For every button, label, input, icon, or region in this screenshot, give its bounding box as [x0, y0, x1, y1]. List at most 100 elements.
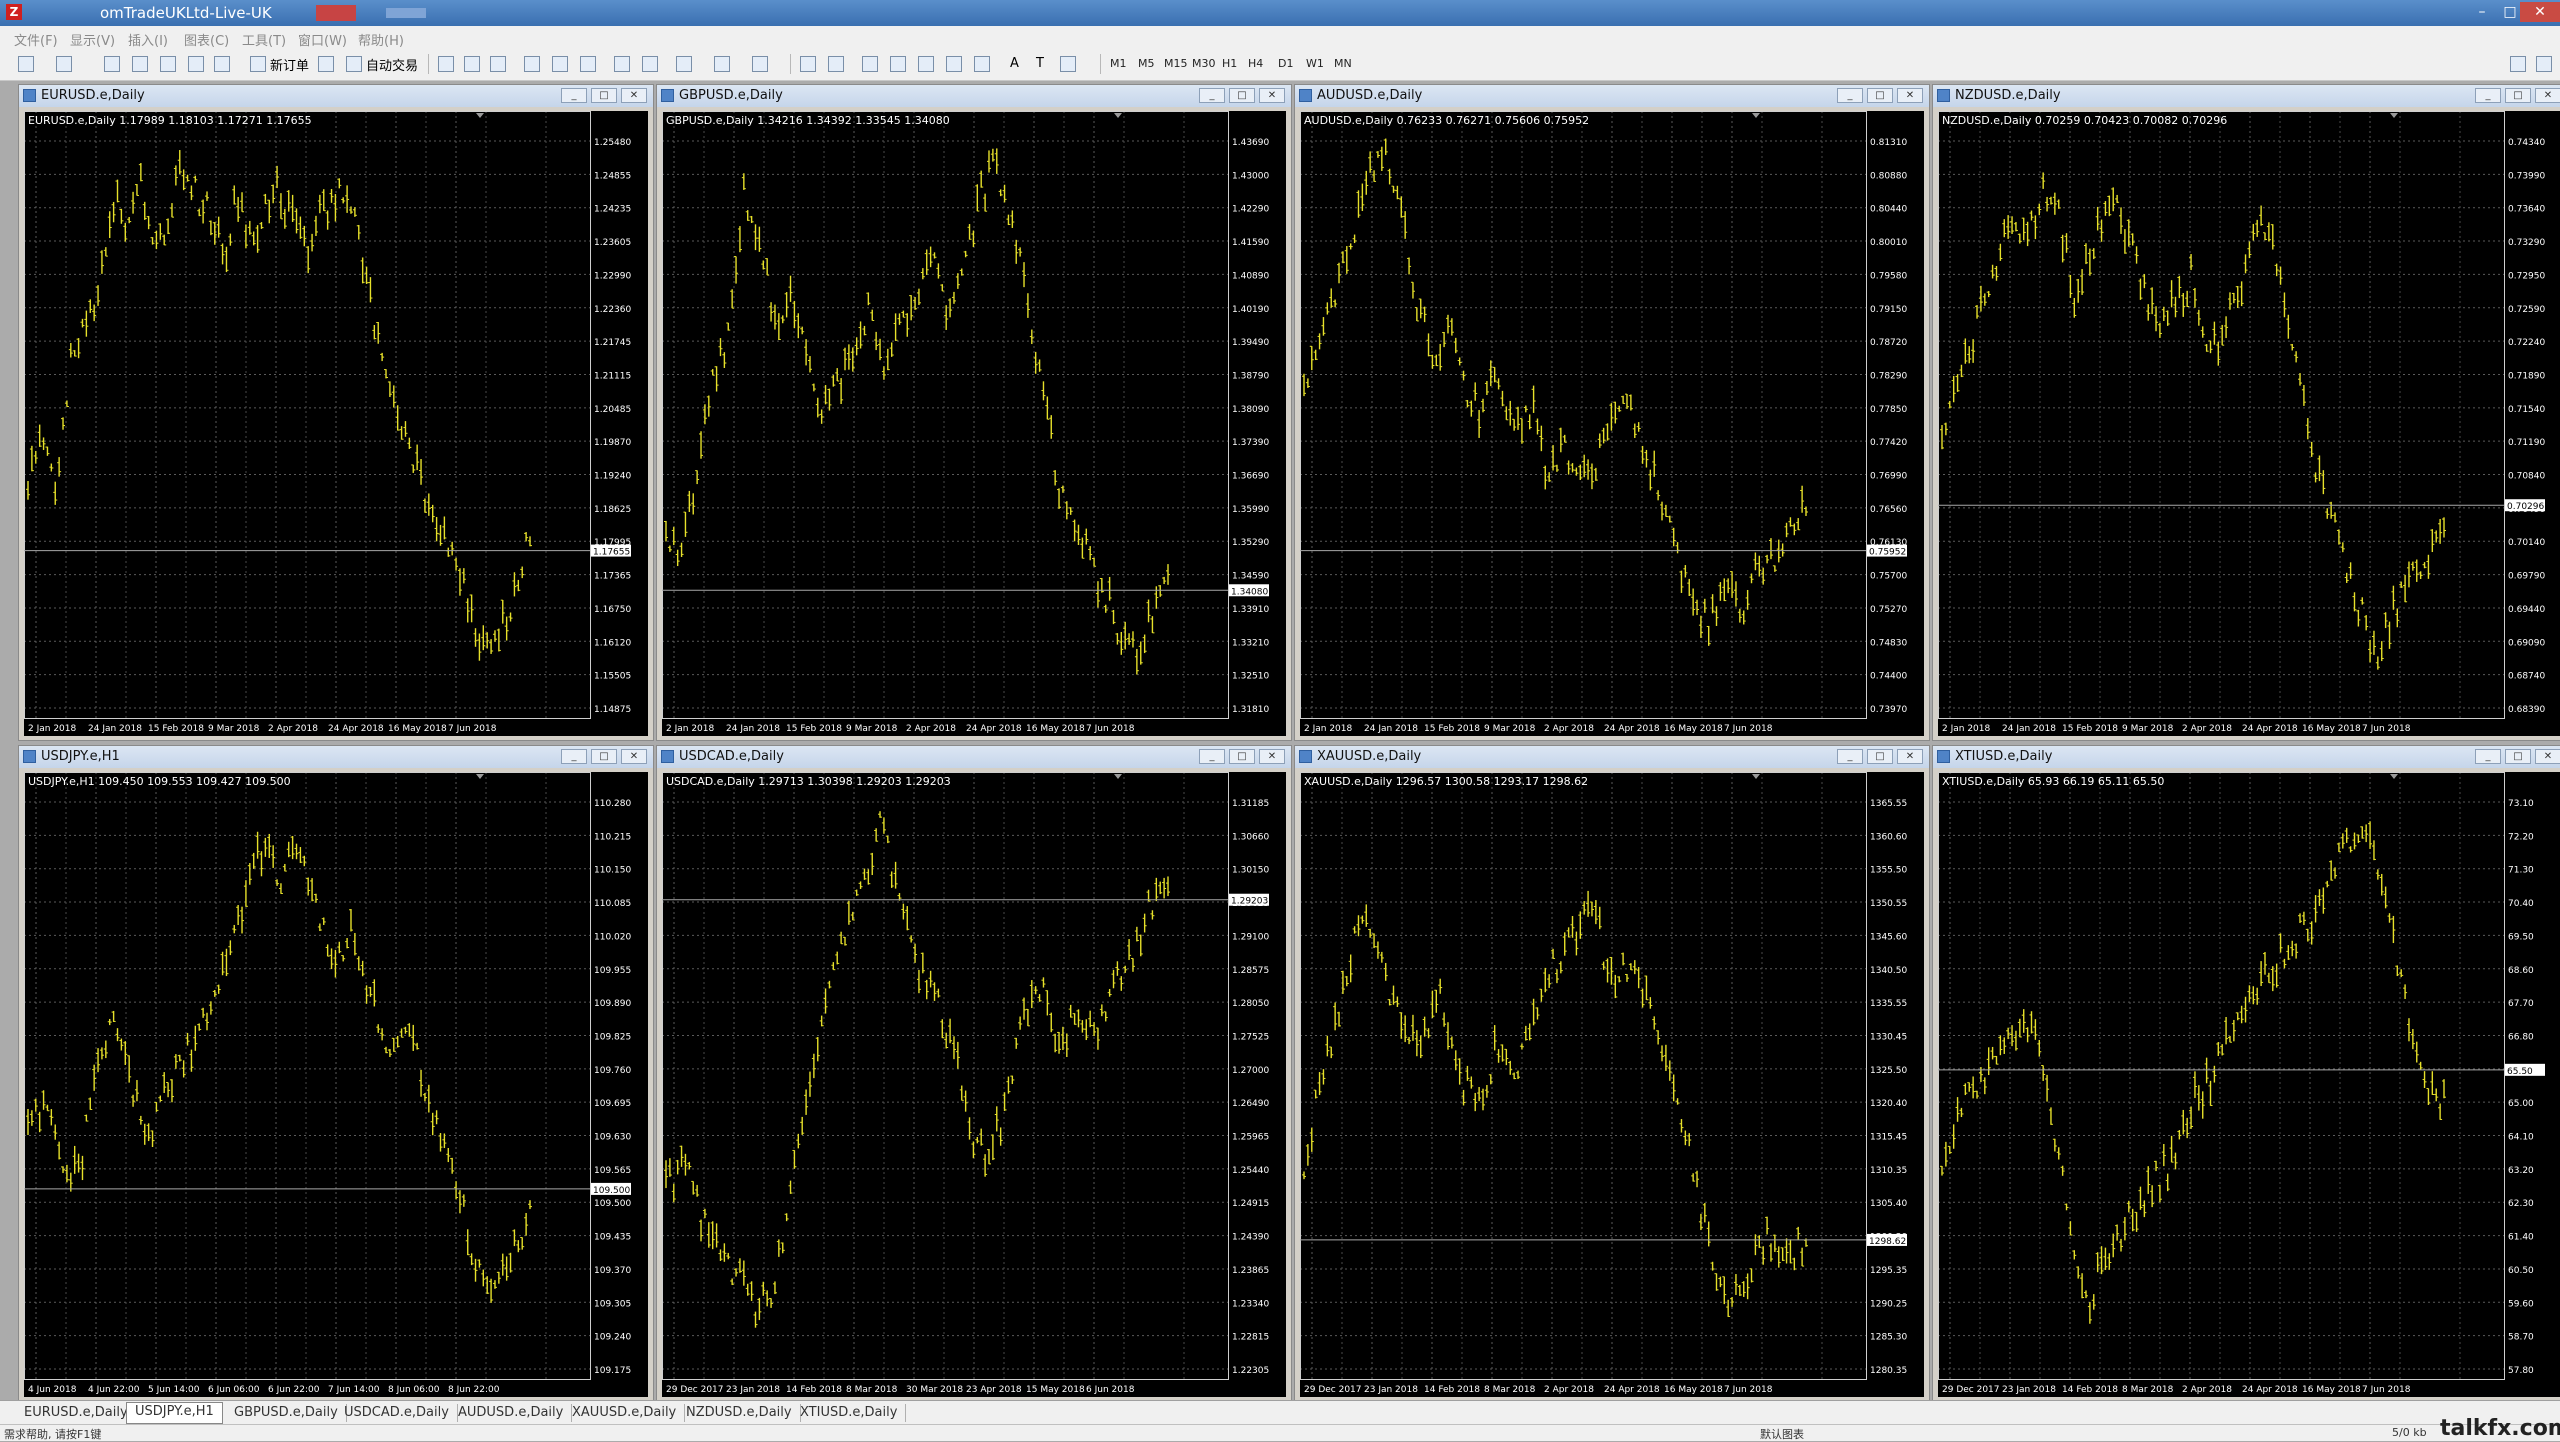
tab-eurusd[interactable]: EURUSD.e,Daily	[16, 1404, 137, 1422]
chart-window-titlebar[interactable]: GBPUSD.e,Daily _ □ ✕	[657, 85, 1291, 107]
tab-usdcad[interactable]: USDCAD.e,Daily	[336, 1404, 458, 1422]
bar-chart-icon[interactable]	[438, 56, 454, 72]
search-icon[interactable]	[2510, 56, 2526, 72]
chart-maximize-button[interactable]: □	[1867, 88, 1893, 103]
navigator-icon[interactable]	[132, 56, 148, 72]
menu-help[interactable]: 帮助(H)	[358, 30, 404, 49]
crosshair-icon[interactable]	[828, 56, 844, 72]
auto-trading-icon[interactable]	[346, 56, 362, 72]
metaeditor-icon[interactable]	[318, 56, 334, 72]
chart-window-titlebar[interactable]: XTIUSD.e,Daily _ □ ✕	[1933, 746, 2560, 768]
chart-window[interactable]: NZDUSD.e,Daily _ □ ✕ 0.74340 0.73990 0.73640 0.…	[1932, 84, 2560, 741]
chart-window[interactable]: USDJPY.e,H1 _ □ ✕ 110.280 110.215 110.150 110.0…	[18, 745, 654, 1402]
chart-close-button[interactable]: ✕	[2535, 88, 2560, 103]
channel-icon[interactable]	[946, 56, 962, 72]
close-button[interactable]: ✕	[2520, 2, 2560, 22]
chart-window[interactable]: EURUSD.e,Daily _ □ ✕ 1.25480 1.24855 1.24235 1.…	[18, 84, 654, 741]
chart-window[interactable]: XAUUSD.e,Daily _ □ ✕ 1365.55 1360.60 1355.50 13…	[1294, 745, 1930, 1402]
timeframe-h4[interactable]: H4	[1248, 57, 1263, 70]
indicators-icon[interactable]	[676, 56, 692, 72]
chart-window[interactable]: XTIUSD.e,Daily _ □ ✕ 73.10 72.20 71.30 70.40 69.…	[1932, 745, 2560, 1402]
chart-maximize-button[interactable]: □	[2505, 749, 2531, 764]
chart-minimize-button[interactable]: _	[2475, 88, 2501, 103]
chart-close-button[interactable]: ✕	[1897, 88, 1923, 103]
menu-charts[interactable]: 图表(C)	[184, 30, 229, 49]
tab-nzdusd[interactable]: NZDUSD.e,Daily	[678, 1404, 801, 1422]
tab-audusd[interactable]: AUDUSD.e,Daily	[450, 1404, 573, 1422]
autoscroll-icon[interactable]	[614, 56, 630, 72]
tab-xtiusd[interactable]: XTIUSD.e,Daily	[792, 1404, 907, 1422]
menu-view[interactable]: 显示(V)	[70, 30, 115, 49]
new-chart-icon[interactable]	[18, 56, 34, 72]
strategy-tester-icon[interactable]	[214, 56, 230, 72]
chart-plot-area[interactable]: 0.81310 0.80880 0.80440 0.80010 0.79580 0.791…	[1300, 111, 1924, 736]
timeframe-m15[interactable]: M15	[1164, 57, 1188, 70]
profiles-icon[interactable]	[56, 56, 72, 72]
chart-window-titlebar[interactable]: USDJPY.e,H1 _ □ ✕	[19, 746, 653, 768]
templates-icon[interactable]	[752, 56, 768, 72]
chart-close-button[interactable]: ✕	[1259, 88, 1285, 103]
timeframe-m1[interactable]: M1	[1110, 57, 1127, 70]
chart-plot-area[interactable]: 1.43690 1.43000 1.42290 1.41590 1.40890 1.401…	[662, 111, 1286, 736]
chart-window-titlebar[interactable]: AUDUSD.e,Daily _ □ ✕	[1295, 85, 1929, 107]
arrows-icon[interactable]	[1060, 56, 1076, 72]
terminal-icon[interactable]	[160, 56, 176, 72]
chart-window-titlebar[interactable]: XAUUSD.e,Daily _ □ ✕	[1295, 746, 1929, 768]
timeframe-w1[interactable]: W1	[1306, 57, 1324, 70]
text-tool[interactable]: A	[1010, 56, 1019, 74]
menu-tools[interactable]: 工具(T)	[242, 30, 286, 49]
timeframe-mn[interactable]: MN	[1334, 57, 1352, 70]
chart-close-button[interactable]: ✕	[1259, 749, 1285, 764]
chart-close-button[interactable]: ✕	[1897, 749, 1923, 764]
horizontal-line-icon[interactable]	[890, 56, 906, 72]
chart-minimize-button[interactable]: _	[561, 88, 587, 103]
menu-window[interactable]: 窗口(W)	[298, 30, 347, 49]
periods-icon[interactable]	[714, 56, 730, 72]
chart-window-titlebar[interactable]: EURUSD.e,Daily _ □ ✕	[19, 85, 653, 107]
chat-icon[interactable]	[2536, 56, 2552, 72]
chart-maximize-button[interactable]: □	[591, 88, 617, 103]
chart-shift-icon[interactable]	[642, 56, 658, 72]
chart-close-button[interactable]: ✕	[621, 88, 647, 103]
new-order-button[interactable]: 新订单	[270, 55, 309, 74]
chart-maximize-button[interactable]: □	[1867, 749, 1893, 764]
timeframe-h1[interactable]: H1	[1222, 57, 1237, 70]
zoom-in-icon[interactable]	[524, 56, 540, 72]
chart-minimize-button[interactable]: _	[1199, 88, 1225, 103]
chart-maximize-button[interactable]: □	[2505, 88, 2531, 103]
chart-minimize-button[interactable]: _	[1837, 749, 1863, 764]
menu-file[interactable]: 文件(F)	[14, 30, 58, 49]
fibonacci-icon[interactable]	[974, 56, 990, 72]
cursor-icon[interactable]	[800, 56, 816, 72]
tab-usdjpy[interactable]: USDJPY.e,H1	[126, 1402, 223, 1424]
vertical-line-icon[interactable]	[862, 56, 878, 72]
chart-close-button[interactable]: ✕	[621, 749, 647, 764]
chart-minimize-button[interactable]: _	[1199, 749, 1225, 764]
chart-window-titlebar[interactable]: USDCAD.e,Daily _ □ ✕	[657, 746, 1291, 768]
zoom-out-icon[interactable]	[552, 56, 568, 72]
data-window-icon[interactable]	[188, 56, 204, 72]
chart-maximize-button[interactable]: □	[1229, 88, 1255, 103]
chart-window[interactable]: GBPUSD.e,Daily _ □ ✕ 1.43690 1.43000 1.42290 1.…	[656, 84, 1292, 741]
chart-plot-area[interactable]: 1.311851.306601.301501.296251.291001.285…	[662, 772, 1286, 1397]
timeframe-d1[interactable]: D1	[1278, 57, 1293, 70]
chart-plot-area[interactable]: 0.74340 0.73990 0.73640 0.73290 0.72950 0.725…	[1938, 111, 2560, 736]
chart-close-button[interactable]: ✕	[2535, 749, 2560, 764]
timeframe-m30[interactable]: M30	[1192, 57, 1216, 70]
market-watch-icon[interactable]	[104, 56, 120, 72]
chart-minimize-button[interactable]: _	[561, 749, 587, 764]
trendline-icon[interactable]	[918, 56, 934, 72]
chart-window[interactable]: AUDUSD.e,Daily _ □ ✕ 0.81310 0.80880 0.80440 0.…	[1294, 84, 1930, 741]
tab-gbpusd[interactable]: GBPUSD.e,Daily	[226, 1404, 347, 1422]
menu-insert[interactable]: 插入(I)	[128, 30, 168, 49]
timeframe-m5[interactable]: M5	[1138, 57, 1155, 70]
chart-plot-area[interactable]: 73.10 72.20 71.30 70.40 69.50 68.60 67.70 66.80…	[1938, 772, 2560, 1397]
chart-window-titlebar[interactable]: NZDUSD.e,Daily _ □ ✕	[1933, 85, 2560, 107]
tile-windows-icon[interactable]	[580, 56, 596, 72]
chart-window[interactable]: USDCAD.e,Daily _ □ ✕ 1.31185 1.30660 1.30150 1.…	[656, 745, 1292, 1402]
minimize-button[interactable]: –	[2468, 2, 2496, 22]
auto-trading-button[interactable]: 自动交易	[366, 55, 418, 74]
tab-xauusd[interactable]: XAUUSD.e,Daily	[564, 1404, 686, 1422]
line-chart-icon[interactable]	[490, 56, 506, 72]
new-order-icon[interactable]	[250, 56, 266, 72]
